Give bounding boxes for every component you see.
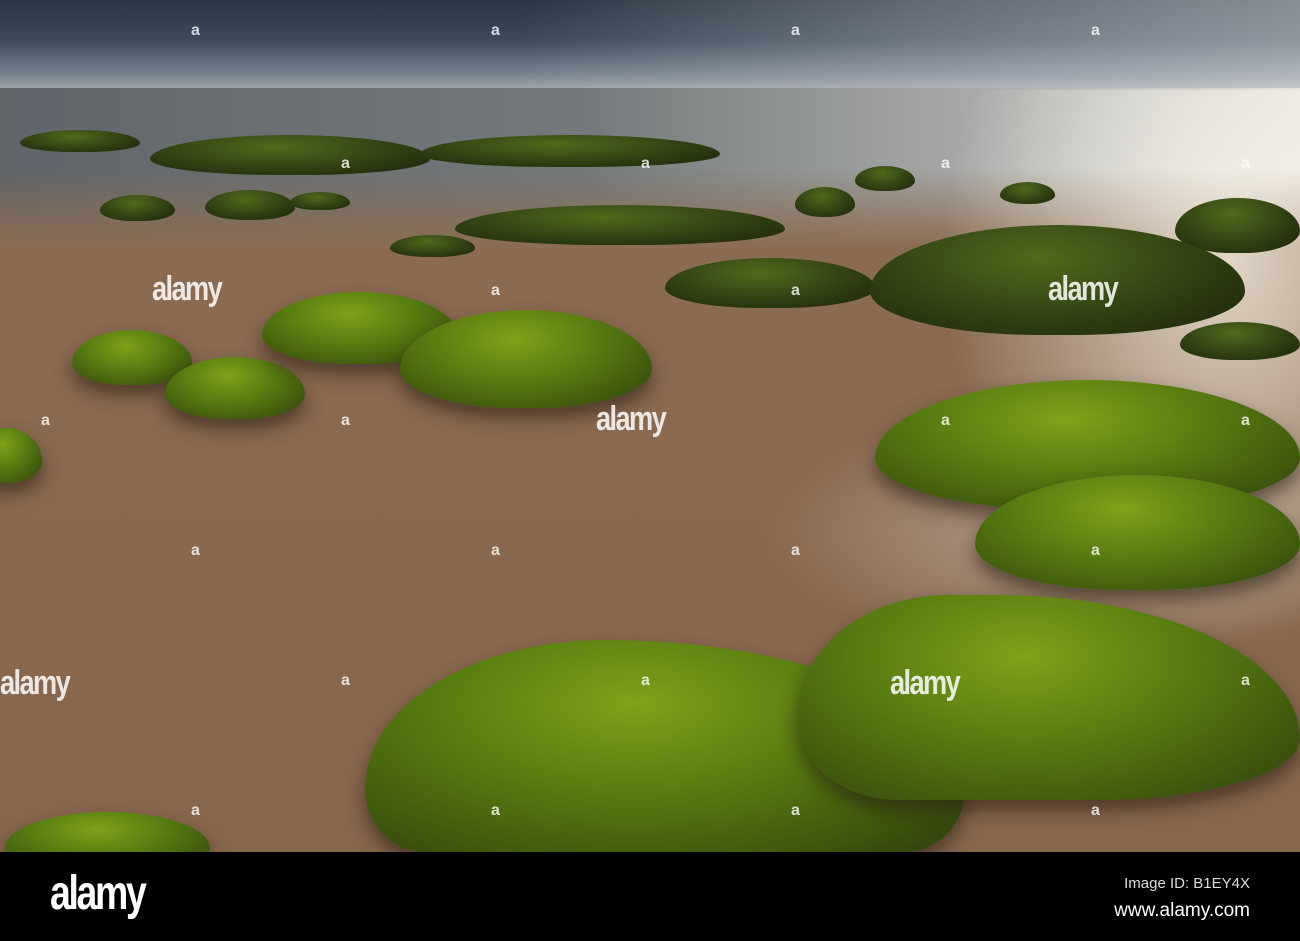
watermark-mark: a — [491, 802, 500, 819]
watermark-mark: a — [791, 542, 800, 559]
rock — [420, 135, 720, 167]
watermark-mark: a — [491, 542, 500, 559]
beach-photo: alamy alamy alamy alamy alamy a a a a a … — [0, 0, 1300, 852]
rock — [150, 135, 430, 175]
rock — [1000, 182, 1055, 204]
watermark-mark: a — [641, 672, 650, 689]
rock — [290, 192, 350, 210]
watermark-mark: a — [491, 282, 500, 299]
rock — [205, 190, 295, 220]
watermark: alamy — [1048, 270, 1119, 308]
rock — [1180, 322, 1300, 360]
watermark: alamy — [152, 270, 223, 308]
watermark-mark: a — [941, 155, 950, 172]
watermark: alamy — [890, 664, 961, 702]
rock — [455, 205, 785, 245]
watermark-mark: a — [1241, 412, 1250, 429]
rock — [0, 428, 42, 483]
watermark-mark: a — [1241, 155, 1250, 172]
watermark-mark: a — [191, 542, 200, 559]
stock-photo-page: alamy alamy alamy alamy alamy a a a a a … — [0, 0, 1300, 941]
image-id: Image ID: B1EY4X — [1124, 875, 1250, 892]
alamy-logo: alamy — [50, 867, 147, 920]
watermark: alamy — [0, 664, 71, 702]
rock — [665, 258, 875, 308]
watermark-mark: a — [341, 412, 350, 429]
watermark-mark: a — [191, 22, 200, 39]
site-url[interactable]: www.alamy.com — [1114, 900, 1250, 922]
stormy-sky — [0, 0, 1300, 90]
watermark-mark: a — [41, 412, 50, 429]
watermark-mark: a — [941, 412, 950, 429]
watermark-mark: a — [1091, 802, 1100, 819]
rock — [5, 812, 210, 852]
watermark: alamy — [596, 400, 667, 438]
watermark-mark: a — [341, 155, 350, 172]
watermark-mark: a — [191, 802, 200, 819]
rock — [795, 187, 855, 217]
watermark-mark: a — [641, 155, 650, 172]
watermark-mark: a — [341, 672, 350, 689]
rock — [165, 357, 305, 419]
rock — [100, 195, 175, 221]
watermark-mark: a — [791, 802, 800, 819]
watermark-mark: a — [1241, 672, 1250, 689]
watermark-mark: a — [1091, 542, 1100, 559]
watermark-mark: a — [1091, 22, 1100, 39]
rock — [20, 130, 140, 152]
watermark-mark: a — [491, 22, 500, 39]
rock — [855, 166, 915, 191]
watermark-mark: a — [791, 282, 800, 299]
rock — [390, 235, 475, 257]
watermark-mark: a — [791, 22, 800, 39]
